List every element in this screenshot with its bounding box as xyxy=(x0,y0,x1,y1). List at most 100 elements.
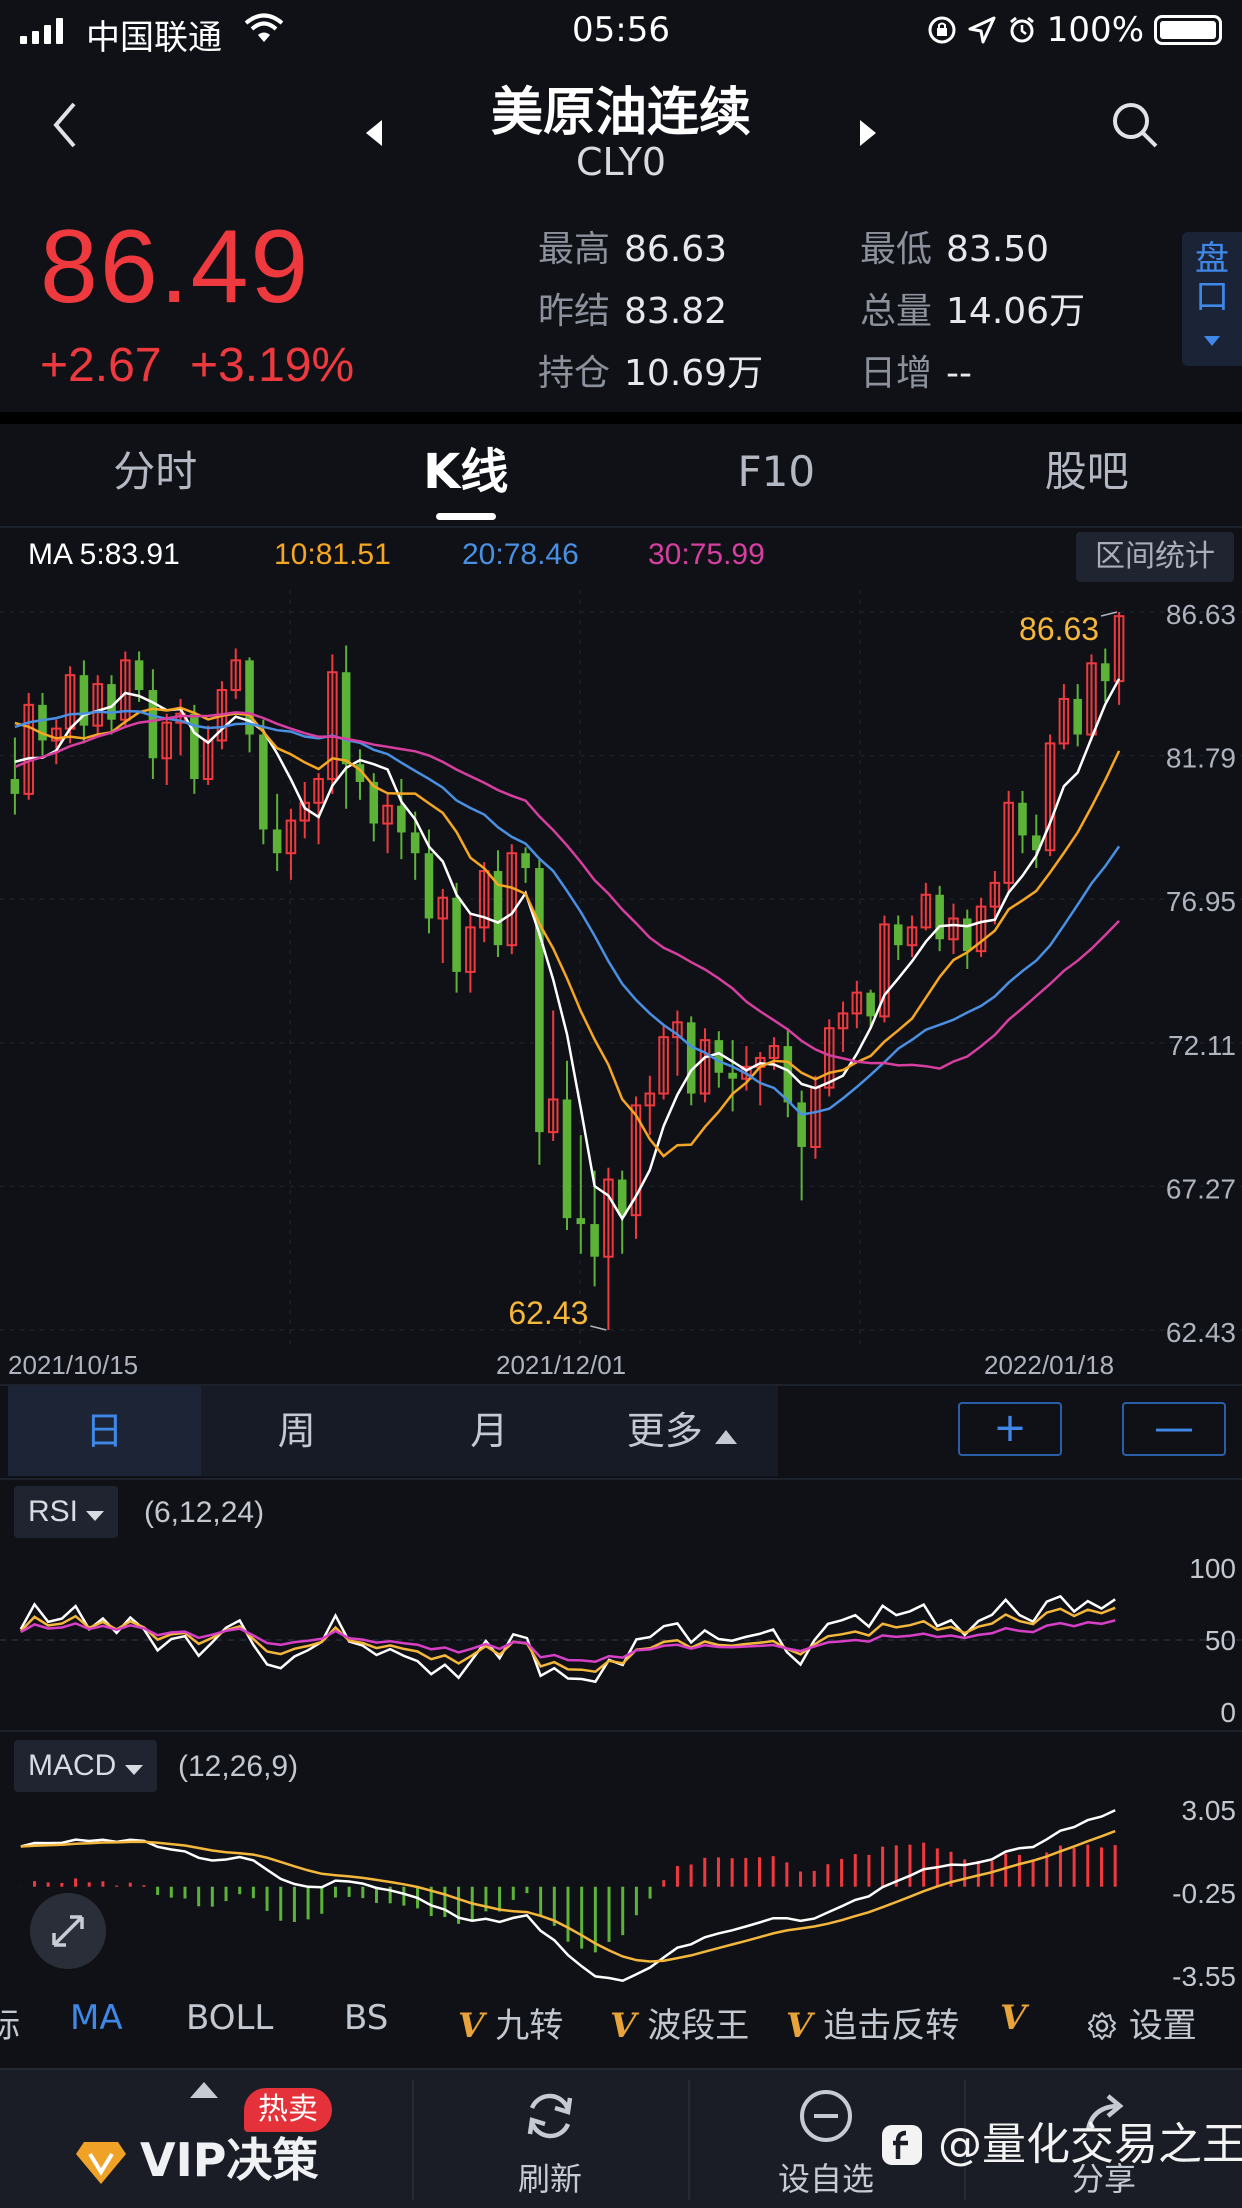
vip-decision-label: VIP决策 xyxy=(140,2133,319,2187)
indicator-nine-turn[interactable]: V 九转 xyxy=(458,1998,563,2047)
candle-body xyxy=(590,1224,599,1257)
vip-v-icon: V xyxy=(458,2006,485,2046)
candle xyxy=(272,793,282,872)
candle xyxy=(259,719,268,845)
section-divider xyxy=(0,412,1242,424)
indicator-ma[interactable]: MA xyxy=(70,1998,123,2038)
caret-down-icon xyxy=(86,1511,105,1521)
candle xyxy=(23,692,34,800)
candle xyxy=(382,793,393,854)
candle xyxy=(437,888,449,963)
candle-body xyxy=(410,832,420,854)
candle xyxy=(728,1040,737,1112)
candle xyxy=(547,1010,559,1142)
indicator-boll[interactable]: BOLL xyxy=(186,1998,273,2038)
candle-body xyxy=(728,1072,737,1079)
y-tick-label: 100 xyxy=(1189,1553,1236,1584)
header: 美原油连续 CLY0 xyxy=(0,60,1242,190)
zoom-out-button[interactable]: — xyxy=(1122,1402,1226,1456)
candle-body xyxy=(935,894,944,940)
candle-body xyxy=(1073,698,1082,735)
x-tick-label: 2022/01/18 xyxy=(984,1350,1115,1380)
candle-body xyxy=(535,868,544,1133)
period-week[interactable]: 周 xyxy=(201,1386,394,1476)
candle xyxy=(327,654,338,794)
candle xyxy=(658,1025,669,1100)
candle-body xyxy=(893,924,903,946)
indicator-more[interactable]: V xyxy=(1000,1998,1026,2038)
y-tick-label: 0 xyxy=(1220,1697,1236,1728)
candle xyxy=(823,1019,835,1097)
tab-kline[interactable]: K线 xyxy=(311,424,622,524)
gear-icon xyxy=(1088,2012,1116,2040)
period-selector: 日 周 月 更多 xyxy=(8,1386,778,1476)
period-day[interactable]: 日 xyxy=(8,1386,201,1476)
candle xyxy=(879,915,890,1023)
expand-chart-button[interactable] xyxy=(30,1893,106,1969)
period-more[interactable]: 更多 xyxy=(586,1386,779,1476)
battery-percent: 100% xyxy=(1046,10,1144,50)
x-tick-label: 2021/10/15 xyxy=(8,1350,139,1380)
candle xyxy=(893,915,903,961)
indicator-strip: 标 MA BOLL BS V 九转 V 波段王 V 追击反转 V 设置 xyxy=(0,1990,1242,2050)
indicator-swing-king[interactable]: V 波段王 xyxy=(610,1998,749,2047)
candle-body xyxy=(424,853,434,919)
candle xyxy=(837,1001,849,1052)
range-stats-button[interactable]: 区间统计 xyxy=(1076,532,1234,582)
candle xyxy=(1113,612,1125,705)
minus-circle-icon xyxy=(800,2090,852,2142)
candle xyxy=(120,651,131,726)
min-price-label: 62.43 xyxy=(508,1295,588,1331)
last-price: 86.49 xyxy=(40,209,311,325)
candle xyxy=(341,645,351,809)
candle xyxy=(230,648,242,699)
price-change-pct: +3.19% xyxy=(190,339,355,392)
price-change: +2.67 xyxy=(40,339,162,392)
candle xyxy=(1044,734,1056,857)
candle xyxy=(975,897,987,958)
macd-indicator-select[interactable]: MACD xyxy=(14,1740,157,1792)
divider xyxy=(0,1730,1242,1732)
kline-chart[interactable]: 86.63 81.79 76.95 72.11 67.27 62.43 86.63 62.43 xyxy=(0,590,1242,1350)
period-month[interactable]: 月 xyxy=(393,1386,586,1476)
refresh-button[interactable]: 刷新 xyxy=(414,2070,686,2208)
vip-v-icon: V xyxy=(1000,1998,1027,2038)
next-contract-icon[interactable] xyxy=(858,118,878,148)
ma5-value: MA 5:83.91 xyxy=(28,538,180,571)
indicator-bs[interactable]: BS xyxy=(344,1998,388,2038)
search-icon[interactable] xyxy=(1110,100,1160,150)
candle xyxy=(38,692,47,756)
stat-high: 最高 86.63 xyxy=(538,229,728,270)
status-bar: 中国联通 05:56 100% xyxy=(0,0,1242,60)
candle xyxy=(699,1028,711,1103)
zoom-in-button[interactable]: + xyxy=(958,1402,1062,1456)
max-price-label: 86.63 xyxy=(1019,611,1099,647)
divider xyxy=(0,1478,1242,1480)
indicator-reversal[interactable]: V 追击反转 xyxy=(786,1998,959,2047)
candle xyxy=(797,1090,806,1201)
candle-body xyxy=(10,779,20,794)
tab-f10[interactable]: F10 xyxy=(621,424,932,524)
candle xyxy=(935,885,944,952)
candle xyxy=(10,737,20,815)
ma10-value: 10:81.51 xyxy=(274,538,391,571)
candle xyxy=(920,882,932,931)
candle xyxy=(79,660,89,744)
candle-body xyxy=(397,805,406,833)
location-icon xyxy=(968,16,996,44)
rsi-params: (6,12,24) xyxy=(144,1496,265,1529)
caret-up-icon xyxy=(190,2082,218,2098)
y-tick-label: 72.11 xyxy=(1168,1030,1236,1061)
tab-timeshare[interactable]: 分时 xyxy=(0,424,311,524)
indicator-item[interactable]: 标 xyxy=(0,1998,20,2047)
y-tick-label: -0.25 xyxy=(1172,1878,1236,1909)
ma20-value: 20:78.46 xyxy=(462,538,579,571)
rsi-indicator-select[interactable]: RSI xyxy=(14,1486,119,1538)
order-book-button[interactable]: 盘口 xyxy=(1182,232,1242,366)
tab-forum[interactable]: 股吧 xyxy=(932,424,1242,524)
candle xyxy=(576,1135,586,1254)
candle xyxy=(285,808,297,880)
candle xyxy=(1058,684,1070,750)
y-tick-label: 76.95 xyxy=(1166,886,1236,917)
indicator-settings[interactable]: 设置 xyxy=(1086,1998,1197,2047)
